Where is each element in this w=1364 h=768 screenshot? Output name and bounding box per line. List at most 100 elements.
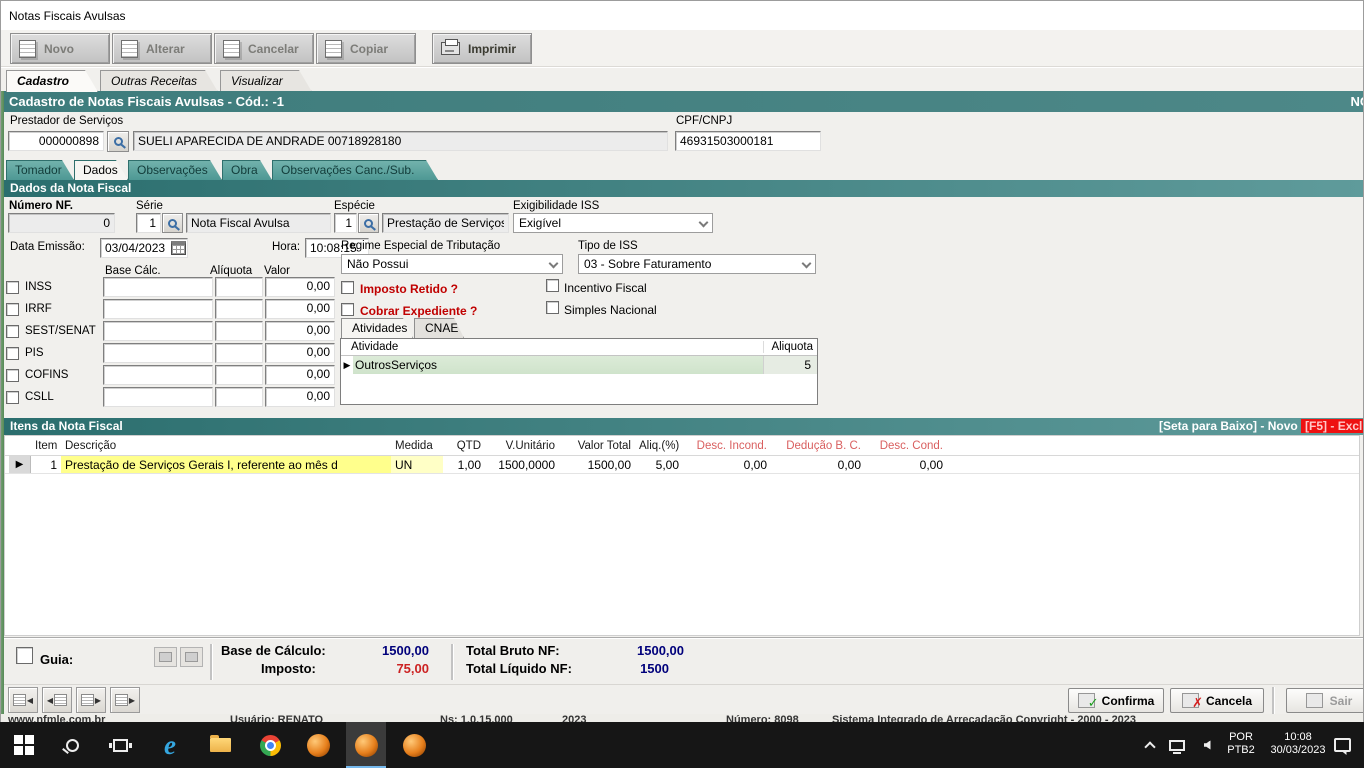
volume-tray-button[interactable]	[1192, 722, 1222, 768]
confirma-button-label: Confirma	[1101, 693, 1155, 708]
csll-valor-field[interactable]: 0,00	[265, 387, 335, 407]
record-icon	[80, 694, 94, 706]
especie-search-button[interactable]	[358, 213, 379, 233]
window-title: Notas Fiscais Avulsas	[9, 9, 126, 23]
network-tray-button[interactable]	[1162, 722, 1192, 768]
nav-next-record-button[interactable]: ▶	[76, 687, 106, 713]
sair-button[interactable]: Sair	[1286, 688, 1364, 713]
cofins-base-input[interactable]	[103, 365, 213, 385]
tray-expand-button[interactable]	[1136, 722, 1164, 768]
cpf-cnpj-input[interactable]	[675, 131, 821, 151]
copiar-button[interactable]: Copiar	[316, 33, 416, 64]
taskbar-search-button[interactable]	[52, 722, 92, 768]
folder-icon	[209, 735, 231, 752]
sia-app-button-2-active[interactable]	[346, 722, 386, 768]
nav-last-record-button[interactable]: ▶	[110, 687, 140, 713]
chrome-button[interactable]	[250, 722, 290, 768]
regime-select[interactable]: Não Possui	[341, 254, 563, 274]
tipo-iss-select[interactable]: 03 - Sobre Faturamento	[578, 254, 816, 274]
guia-label: Guia:	[40, 652, 74, 667]
search-icon	[364, 218, 373, 228]
pis-base-input[interactable]	[103, 343, 213, 363]
especie-input[interactable]	[334, 213, 357, 233]
inss-base-input[interactable]	[103, 277, 213, 297]
tax-row-sest-senat: SEST/SENAT 0,00	[6, 320, 337, 342]
nav-first-record-button[interactable]: ◀	[8, 687, 38, 713]
sest-senat-valor-field[interactable]: 0,00	[265, 321, 335, 341]
pis-checkbox[interactable]	[6, 346, 19, 360]
status-ano: 2023	[562, 714, 587, 722]
nav-previous-record-button[interactable]: ◀	[42, 687, 72, 713]
novo-button[interactable]: Novo	[10, 33, 110, 64]
pis-valor-field[interactable]: 0,00	[265, 343, 335, 363]
serie-desc-field[interactable]	[186, 213, 331, 233]
cancelar-button[interactable]: Cancelar	[214, 33, 314, 64]
irrf-aliquota-input[interactable]	[215, 299, 263, 319]
item-row[interactable]: ▶ 1 Prestação de Serviços Gerais I, refe…	[5, 456, 1359, 474]
file-explorer-button[interactable]	[200, 722, 240, 768]
irrf-valor-field[interactable]: 0,00	[265, 299, 335, 319]
tab-cadastro[interactable]: Cadastro	[6, 70, 98, 92]
pis-label: PIS	[25, 347, 44, 359]
simples-nacional-checkbox[interactable]	[546, 301, 559, 314]
cofins-aliquota-input[interactable]	[215, 365, 263, 385]
tab-cadastro-label: Cadastro	[17, 74, 70, 88]
cancela-button[interactable]: ✗ Cancela	[1170, 688, 1264, 713]
cancela-button-label: Cancela	[1205, 693, 1253, 708]
sia-app-button-3[interactable]	[394, 722, 434, 768]
action-center-button[interactable]	[1324, 722, 1360, 768]
guia-view-button[interactable]	[154, 647, 177, 667]
irrf-base-input[interactable]	[103, 299, 213, 319]
inss-aliquota-input[interactable]	[215, 277, 263, 297]
sest-senat-checkbox[interactable]	[6, 324, 19, 338]
irrf-checkbox[interactable]	[6, 302, 19, 316]
simples-nacional-label: Simples Nacional	[564, 303, 657, 317]
tab-dados[interactable]: Dados	[74, 160, 128, 180]
language-indicator[interactable]: POR PTB2	[1222, 731, 1260, 757]
sia-app-button-1[interactable]	[298, 722, 338, 768]
cofins-valor-field[interactable]: 0,00	[265, 365, 335, 385]
prestador-codigo-input[interactable]	[8, 131, 104, 151]
tab-obra[interactable]: Obra	[222, 160, 272, 180]
alterar-button[interactable]: Alterar	[112, 33, 212, 64]
exigibilidade-iss-select[interactable]: Exigível	[513, 213, 713, 233]
tab-observacoes-canc-sub[interactable]: Observações Canc./Sub.	[272, 160, 438, 180]
incentivo-fiscal-checkbox[interactable]	[546, 279, 559, 292]
calendar-icon[interactable]	[171, 241, 186, 255]
tab-observacoes[interactable]: Observações	[128, 160, 222, 180]
cofins-checkbox[interactable]	[6, 368, 19, 382]
pis-aliquota-input[interactable]	[215, 343, 263, 363]
prestador-nome-field[interactable]	[133, 131, 668, 151]
form-title: Cadastro de Notas Fiscais Avulsas - Cód.…	[9, 94, 284, 109]
tab-atividades[interactable]: Atividades	[341, 318, 413, 338]
tab-visualizar[interactable]: Visualizar	[220, 70, 312, 92]
windows-taskbar: e POR PTB2 10:08 30/03/2023	[0, 722, 1364, 768]
start-button[interactable]	[4, 722, 44, 768]
inss-checkbox[interactable]	[6, 280, 19, 294]
tab-outras-receitas[interactable]: Outras Receitas	[100, 70, 218, 92]
task-view-button[interactable]	[100, 722, 140, 768]
csll-base-input[interactable]	[103, 387, 213, 407]
atividade-row[interactable]: ▶ OutrosServiços 5	[341, 356, 817, 374]
sest-senat-aliquota-input[interactable]	[215, 321, 263, 341]
tab-tomador[interactable]: Tomador	[6, 160, 74, 180]
internet-explorer-button[interactable]: e	[150, 722, 190, 768]
especie-desc-field[interactable]	[382, 213, 509, 233]
inss-valor-field[interactable]: 0,00	[265, 277, 335, 297]
serie-search-button[interactable]	[162, 213, 183, 233]
imposto-retido-checkbox[interactable]	[341, 281, 354, 294]
sest-senat-base-input[interactable]	[103, 321, 213, 341]
tab-cnae[interactable]: CNAE	[414, 318, 464, 338]
prestador-search-button[interactable]	[107, 131, 129, 152]
serie-input[interactable]	[136, 213, 161, 233]
chrome-icon	[259, 734, 281, 756]
guia-checkbox[interactable]	[16, 647, 33, 664]
cobrar-expediente-checkbox[interactable]	[341, 303, 354, 316]
confirma-button[interactable]: ✓ Confirma	[1068, 688, 1164, 713]
guia-print-button[interactable]	[180, 647, 203, 667]
numero-nf-field[interactable]	[8, 213, 115, 233]
csll-checkbox[interactable]	[6, 390, 19, 404]
csll-aliquota-input[interactable]	[215, 387, 263, 407]
imprimir-button[interactable]: Imprimir	[432, 33, 532, 64]
atividade-nome-cell: OutrosServiços	[353, 356, 763, 374]
